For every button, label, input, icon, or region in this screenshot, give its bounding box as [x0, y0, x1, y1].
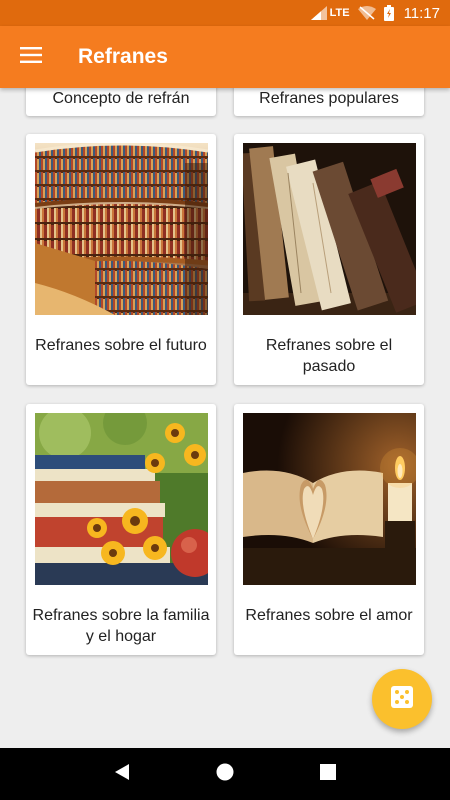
recents-button[interactable] [308, 754, 348, 794]
open-book-heart-candle-image [243, 413, 416, 585]
category-card-pasado[interactable]: Refranes sobre el pasado [234, 134, 424, 385]
back-button[interactable] [102, 754, 142, 794]
category-card-amor[interactable]: Refranes sobre el amor [234, 404, 424, 655]
category-label: Refranes sobre el pasado [265, 337, 393, 375]
dice-icon [391, 685, 413, 713]
recents-icon [320, 763, 337, 785]
category-label: Refranes populares [259, 90, 399, 107]
category-card-futuro[interactable]: Refranes sobre el futuro [26, 134, 216, 385]
status-time: 11:17 [403, 4, 440, 22]
system-navigation-bar [0, 748, 450, 800]
category-label: Refranes sobre el amor [245, 607, 413, 624]
old-books-image [243, 143, 416, 315]
wifi-off-icon [357, 6, 376, 20]
category-label: Refranes sobre el futuro [35, 337, 207, 354]
books-and-sunflowers-image [35, 413, 208, 585]
category-card-concepto[interactable]: Concepto de refrán [26, 88, 216, 116]
back-icon [113, 763, 131, 786]
menu-button[interactable] [0, 26, 62, 88]
app-bar: Refranes [0, 26, 450, 88]
home-button[interactable] [205, 754, 245, 794]
category-grid[interactable]: Concepto de refrán Refranes populares Re… [0, 88, 450, 748]
network-type-label: LTE [329, 7, 350, 19]
signal-icon [310, 6, 327, 20]
category-label: Refranes sobre la familia y el hogar [32, 607, 210, 645]
library-bookshelves-image [35, 143, 208, 315]
status-bar: LTE 11:17 [0, 0, 450, 26]
home-icon [216, 763, 234, 786]
battery-charging-icon [383, 5, 394, 21]
category-card-populares[interactable]: Refranes populares [234, 88, 424, 116]
page-title: Refranes [78, 45, 168, 68]
category-card-familia[interactable]: Refranes sobre la familia y el hogar [26, 404, 216, 655]
hamburger-menu-icon [20, 46, 42, 68]
random-proverb-button[interactable] [372, 669, 432, 729]
category-label: Concepto de refrán [52, 90, 190, 107]
